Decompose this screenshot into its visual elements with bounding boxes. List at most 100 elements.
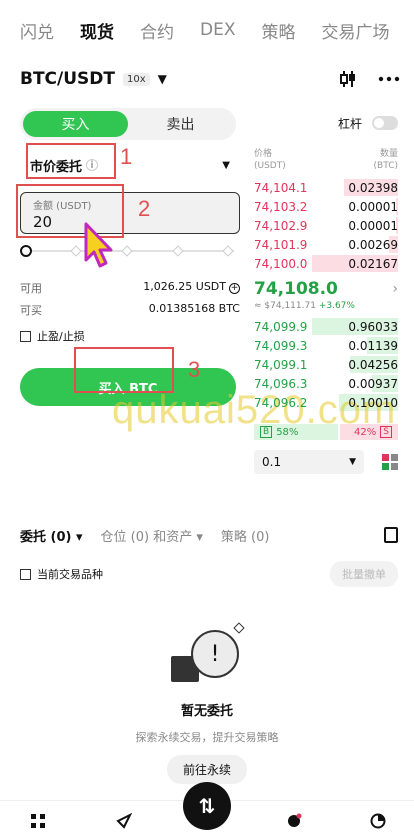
ask-qty: 0.00001 bbox=[348, 218, 398, 233]
tab-positions-assets[interactable]: 仓位 (0) 和资产 ▾ bbox=[101, 526, 203, 545]
tpsl-option[interactable]: 止盈/止损 bbox=[20, 328, 240, 344]
empty-subtitle: 探索永续交易，提升交易策略 bbox=[135, 731, 279, 744]
ask-qty: 0.00269 bbox=[348, 237, 398, 252]
price-change: +3.67% bbox=[318, 301, 355, 311]
bid-row[interactable]: 74,096.3 0.00937 bbox=[254, 374, 398, 393]
tab-spot[interactable]: 现货 bbox=[80, 18, 114, 43]
orderbook-header: 价格 (USDT) 数量 (BTC) bbox=[254, 148, 398, 172]
more-icon[interactable] bbox=[378, 76, 400, 82]
tab-strategy[interactable]: 策略 bbox=[261, 18, 295, 43]
explore-icon[interactable] bbox=[286, 813, 302, 829]
slider-step-75[interactable] bbox=[172, 245, 184, 257]
empty-orders-illustration: ! bbox=[167, 620, 247, 690]
depth-select[interactable]: 0.1 ▼ bbox=[254, 450, 364, 474]
ask-price: 74,101.9 bbox=[254, 237, 308, 252]
add-funds-icon[interactable]: + bbox=[229, 283, 240, 294]
bid-price: 74,099.9 bbox=[254, 319, 308, 334]
ask-row[interactable]: 74,101.9 0.00269 bbox=[254, 235, 398, 254]
ask-row[interactable]: 74,104.1 0.02398 bbox=[254, 178, 398, 197]
assets-icon[interactable] bbox=[370, 813, 386, 829]
candlestick-chart-icon[interactable] bbox=[338, 69, 358, 89]
buy-ratio: B 58% bbox=[254, 424, 338, 440]
tab-strategies[interactable]: 策略 (0) bbox=[221, 526, 270, 545]
pointer-cursor-icon bbox=[84, 222, 113, 268]
tab-trade-square[interactable]: 交易广场 bbox=[321, 18, 389, 43]
sell-tab[interactable]: 卖出 bbox=[128, 111, 233, 137]
orderbook-layout-icon[interactable] bbox=[382, 454, 398, 470]
current-pair-label: 当前交易品种 bbox=[37, 568, 103, 581]
leverage-toggle[interactable]: 杠杆 bbox=[254, 108, 398, 138]
leverage-switch[interactable] bbox=[372, 116, 398, 130]
ask-row[interactable]: 74,102.9 0.00001 bbox=[254, 216, 398, 235]
last-price-fiat: ≈ $74,111.71 bbox=[254, 301, 316, 311]
tpsl-checkbox[interactable] bbox=[20, 330, 31, 342]
current-pair-filter: 当前交易品种 批量撤单 bbox=[20, 561, 398, 587]
buy-ratio-tag: B bbox=[260, 426, 273, 438]
chevron-down-icon: ▼ bbox=[349, 457, 356, 467]
slider-handle[interactable] bbox=[20, 245, 32, 257]
ask-price: 74,100.0 bbox=[254, 256, 308, 271]
available-row: 可用 1,026.25 USDT + bbox=[20, 280, 240, 296]
slider-step-50[interactable] bbox=[121, 245, 133, 257]
annotation-box-order-type bbox=[26, 143, 116, 179]
ask-price: 74,104.1 bbox=[254, 180, 308, 195]
home-icon[interactable] bbox=[30, 813, 46, 829]
trade-center-button[interactable]: ⇅ bbox=[183, 782, 231, 830]
go-perpetual-button[interactable]: 前往永续 bbox=[166, 755, 247, 784]
bid-list: 74,099.9 0.96033 74,099.3 0.01139 74,099.1… bbox=[254, 317, 398, 412]
annotation-number-1: 1 bbox=[120, 144, 133, 169]
discover-icon[interactable] bbox=[116, 813, 132, 829]
last-price-row[interactable]: 74,108.0 › bbox=[254, 279, 398, 299]
chevron-right-icon[interactable]: › bbox=[392, 281, 398, 297]
bid-price: 74,096.3 bbox=[254, 376, 308, 391]
pair-dropdown-icon[interactable]: ▼ bbox=[158, 72, 167, 86]
bid-row[interactable]: 74,096.2 0.10010 bbox=[254, 393, 398, 412]
buy-tab[interactable]: 买入 bbox=[23, 111, 128, 137]
bid-price: 74,099.1 bbox=[254, 357, 308, 372]
qty-header: 数量 bbox=[379, 149, 398, 159]
tab-futures[interactable]: 合约 bbox=[140, 18, 174, 43]
tab-dex[interactable]: DEX bbox=[200, 20, 235, 40]
last-price: 74,108.0 bbox=[254, 279, 338, 299]
bid-qty: 0.10010 bbox=[348, 395, 398, 410]
bid-row[interactable]: 74,099.9 0.96033 bbox=[254, 317, 398, 336]
available-value: 1,026.25 USDT bbox=[143, 280, 226, 293]
pair-header: BTC/USDT 10x ▼ bbox=[20, 66, 400, 92]
can-buy-label: 可买 bbox=[20, 304, 42, 317]
slider-step-25[interactable] bbox=[70, 245, 82, 257]
ask-row[interactable]: 74,103.2 0.00001 bbox=[254, 197, 398, 216]
pair-name[interactable]: BTC/USDT bbox=[20, 69, 115, 89]
annotation-number-3: 3 bbox=[188, 357, 201, 382]
order-history-icon[interactable] bbox=[384, 527, 398, 543]
buy-sell-ratio: B 58% 42% S bbox=[254, 424, 398, 440]
buy-ratio-value: 58% bbox=[276, 426, 299, 438]
amount-slider[interactable] bbox=[20, 244, 240, 258]
qty-unit: (BTC) bbox=[373, 161, 398, 171]
available-label: 可用 bbox=[20, 282, 42, 295]
empty-title: 暂无委托 bbox=[180, 704, 233, 719]
price-unit: (USDT) bbox=[254, 161, 286, 171]
bid-row[interactable]: 74,099.3 0.01139 bbox=[254, 336, 398, 355]
leverage-badge: 10x bbox=[123, 72, 150, 86]
ask-qty: 0.02167 bbox=[348, 256, 398, 271]
can-buy-row: 可买 0.01385168 BTC bbox=[20, 302, 240, 318]
price-header: 价格 bbox=[254, 149, 273, 159]
last-price-sub: ≈ $74,111.71 +3.67% bbox=[254, 301, 398, 311]
current-pair-checkbox[interactable] bbox=[20, 568, 31, 580]
tab-swap[interactable]: 闪兑 bbox=[20, 18, 54, 43]
batch-cancel-button[interactable]: 批量撤单 bbox=[330, 561, 398, 587]
annotation-box-buy-button bbox=[74, 347, 174, 393]
chevron-down-icon: ▼ bbox=[222, 159, 230, 171]
ask-row[interactable]: 74,100.0 0.02167 bbox=[254, 254, 398, 273]
top-tabs: 闪兑 现货 合约 DEX 策略 交易广场 bbox=[0, 0, 414, 60]
orders-tabs: 委托 (0) ▾ 仓位 (0) 和资产 ▾ 策略 (0) bbox=[20, 522, 398, 548]
ask-list: 74,104.1 0.02398 74,103.2 0.00001 74,102.9… bbox=[254, 178, 398, 273]
slider-step-100[interactable] bbox=[222, 245, 234, 257]
bid-qty: 0.04256 bbox=[348, 357, 398, 372]
orderbook-panel: 杠杆 价格 (USDT) 数量 (BTC) 74,104.1 0.02398 74,1… bbox=[254, 108, 398, 474]
tab-open-orders[interactable]: 委托 (0) ▾ bbox=[20, 526, 83, 545]
ask-price: 74,103.2 bbox=[254, 199, 308, 214]
sell-ratio-value: 42% bbox=[354, 426, 377, 438]
ask-price: 74,102.9 bbox=[254, 218, 308, 233]
bid-row[interactable]: 74,099.1 0.04256 bbox=[254, 355, 398, 374]
